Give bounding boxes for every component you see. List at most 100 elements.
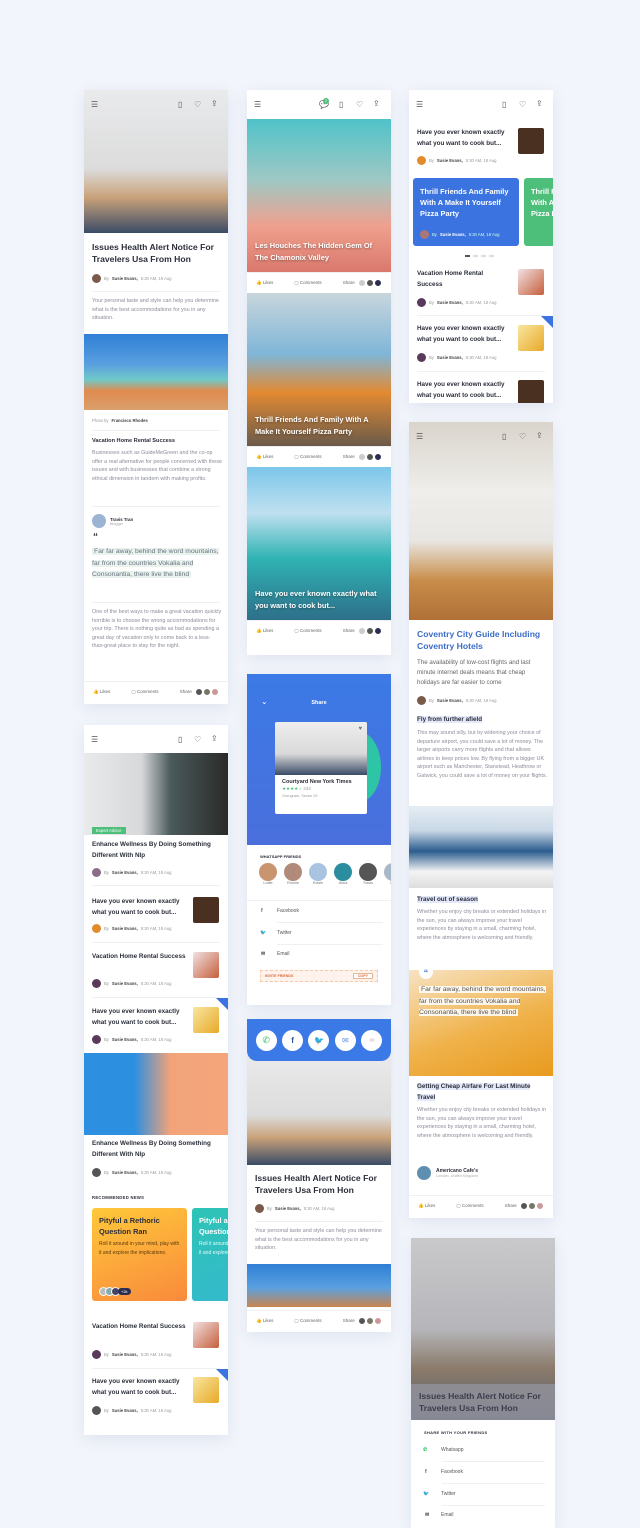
share-option-email[interactable]: ✉ Email [261, 951, 290, 957]
share-icon[interactable]: ⇪ [211, 735, 218, 743]
likes-button[interactable]: 👍 Likes [256, 1318, 273, 1324]
copy-button[interactable]: COPY [352, 973, 373, 979]
heart-icon[interactable]: ♡ [519, 433, 526, 441]
avatar [92, 514, 106, 528]
likes-button[interactable]: 👍 Likes [93, 689, 110, 695]
facebook-icon: f [425, 1469, 427, 1475]
place-info[interactable]: Americano Cafe's London, United Kingdom [417, 1166, 478, 1180]
bookmark-icon[interactable]: ▯ [178, 736, 182, 744]
facebook-icon[interactable]: f [282, 1029, 304, 1051]
link-icon[interactable]: ∞ [361, 1029, 383, 1051]
bookmark-icon[interactable]: ▯ [502, 433, 506, 441]
list-item-title[interactable]: Have you ever known exactly what you wan… [417, 380, 515, 401]
comments-button[interactable]: ▢ Comments [294, 628, 321, 634]
divider [92, 1368, 220, 1369]
share-button[interactable]: Share [343, 626, 382, 635]
byline: By Susie Evans, 5:30 AM, 18 Aug [417, 696, 496, 705]
heart-icon[interactable]: ♥ [358, 726, 362, 732]
friend-lottie[interactable]: Lottie [259, 863, 277, 885]
portrait-image [84, 1053, 228, 1135]
likes-button[interactable]: 👍 Likes [256, 454, 273, 460]
post-title[interactable]: Thrill Friends And Family With A Make It… [255, 414, 383, 437]
share-button[interactable]: Share [180, 687, 219, 696]
friend-mo[interactable]: Mo [384, 863, 391, 885]
byline: By Susie Evans, 5:30 AM, 18 Aug [417, 353, 496, 362]
heart-icon[interactable]: ♡ [194, 736, 201, 744]
pool-image [84, 334, 228, 410]
comments-button[interactable]: ▢ Comments [294, 1318, 321, 1324]
friends-label: WHATSAPP FRIENDS [260, 854, 302, 859]
likes-button[interactable]: 👍 Likes [256, 628, 273, 634]
rec-card-title: Pityful a Rethoric Question Ran [99, 1216, 160, 1236]
menu-icon[interactable]: ☰ [416, 101, 423, 109]
share-button[interactable]: Share [343, 452, 382, 461]
share-option-whatsapp[interactable]: ✆ Whatsapp [423, 1447, 464, 1453]
heart-icon[interactable]: ♡ [194, 101, 201, 109]
friend-edwin[interactable]: Edwin [309, 863, 327, 885]
list-item-title[interactable]: Have you ever known exactly what you wan… [92, 897, 188, 918]
twitter-icon[interactable]: 🐦 [308, 1029, 330, 1051]
menu-icon[interactable]: ☰ [254, 101, 261, 109]
share-option-email[interactable]: ✉ Email [425, 1512, 454, 1518]
author-name[interactable]: Susie Evans, [112, 276, 138, 281]
article-title[interactable]: Issues Health Alert Notice For Travelers… [92, 242, 222, 265]
list-item-title[interactable]: Have you ever known exactly what you wan… [92, 1007, 188, 1028]
whatsapp-icon: ✆ [423, 1447, 428, 1453]
heart-icon[interactable]: ♡ [356, 101, 363, 109]
heart-icon[interactable]: ♡ [519, 101, 526, 109]
category-tag[interactable]: Expert Advice [92, 827, 126, 834]
comments-button[interactable]: ▢ Comments [294, 280, 321, 286]
list-item-title[interactable]: Vacation Home Rental Success [92, 1322, 188, 1333]
share-with-friends-label: SHARE WITH YOUR FRIENDS [424, 1430, 488, 1435]
share-option-facebook[interactable]: f Facebook [425, 1469, 463, 1475]
friend-alma[interactable]: Alma [334, 863, 352, 885]
list-item-title[interactable]: Vacation Home Rental Success [417, 269, 507, 290]
share-icon[interactable]: ⇪ [536, 100, 543, 108]
carousel-card[interactable]: Thrill Friends And Family With A Make It… [413, 178, 519, 246]
carousel-dots[interactable] [465, 255, 494, 257]
email-icon[interactable]: ✉ [334, 1029, 356, 1051]
friend-travis[interactable]: Travis [359, 863, 377, 885]
hotel-card[interactable]: ♥ Courtyard New York Times ★★★★☆ 234 Gur… [275, 722, 367, 814]
share-icon[interactable]: ⇪ [536, 432, 543, 440]
review-count: 234 [303, 786, 311, 791]
share-icon[interactable]: ⇪ [373, 100, 380, 108]
divider [92, 602, 220, 603]
share-icon[interactable]: ⇪ [211, 100, 218, 108]
share-option-twitter[interactable]: 🐦 Twitter [260, 930, 292, 936]
post-title[interactable]: Have you ever known exactly what you wan… [255, 588, 383, 611]
carousel-card[interactable]: Thrill Friends And Family With A Make It… [524, 178, 553, 246]
whatsapp-icon[interactable]: ✆ [255, 1029, 277, 1051]
headline[interactable]: Enhance Wellness By Doing Something Diff… [92, 1139, 222, 1160]
share-button[interactable]: Share [343, 278, 382, 287]
likes-button[interactable]: 👍 Likes [418, 1203, 435, 1209]
bookmark-icon[interactable]: ▯ [178, 101, 182, 109]
article-title[interactable]: Issues Health Alert Notice For Travelers… [255, 1173, 385, 1196]
menu-icon[interactable]: ☰ [91, 101, 98, 109]
likes-button[interactable]: 👍 Likes [256, 280, 273, 286]
pull-quote: Far far away, behind the word mountains,… [92, 548, 219, 578]
comments-button[interactable]: ▢ Comments [294, 454, 321, 460]
comments-button[interactable]: ▢ Comments [456, 1203, 483, 1209]
menu-icon[interactable]: ☰ [91, 736, 98, 744]
bookmark-icon[interactable]: ▯ [502, 101, 506, 109]
post-title[interactable]: Les Houches The Hidden Gem Of The Chamon… [255, 240, 383, 263]
list-thumbnail [193, 1377, 219, 1403]
recommended-card[interactable]: Pityful a Rethoric Question Ran Roll it … [92, 1208, 187, 1301]
quote-author: Travis Tran Blogger [92, 514, 133, 528]
bookmark-icon[interactable]: ▯ [339, 101, 343, 109]
recommended-card[interactable]: Pityful a Rethoric Question Ran Roll it … [192, 1208, 228, 1301]
list-item-title[interactable]: Vacation Home Rental Success [92, 952, 188, 963]
list-item-title[interactable]: Have you ever known exactly what you wan… [92, 1377, 188, 1398]
friend-ronnie[interactable]: Ronnie [284, 863, 302, 885]
share-option-facebook[interactable]: f Facebook [261, 908, 299, 914]
share-option-twitter[interactable]: 🐦 Twitter [423, 1491, 456, 1497]
share-button[interactable]: Share [505, 1201, 544, 1210]
comments-button[interactable]: ▢ Comments [131, 689, 158, 695]
menu-icon[interactable]: ☰ [416, 433, 423, 441]
share-button[interactable]: Share [343, 1316, 382, 1325]
twitter-icon: 🐦 [260, 930, 267, 936]
list-item-title[interactable]: Have you ever known exactly what you wan… [417, 324, 515, 345]
list-item-title[interactable]: Have you ever known exactly what you wan… [417, 128, 515, 149]
headline[interactable]: Enhance Wellness By Doing Something Diff… [92, 840, 222, 861]
